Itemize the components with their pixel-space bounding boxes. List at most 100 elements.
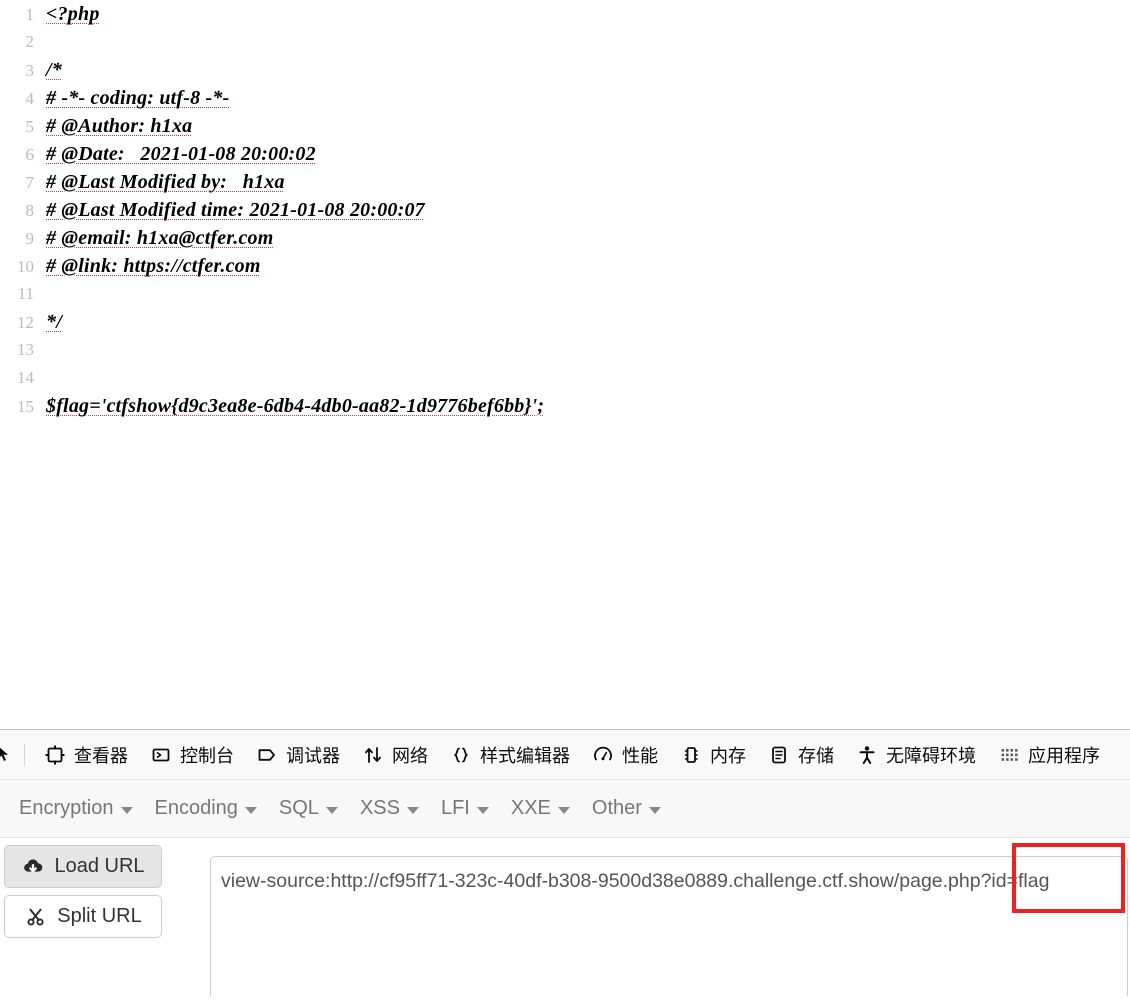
line-number: 1: [25, 5, 35, 24]
scissors-icon: [24, 906, 48, 928]
storage-icon: [768, 744, 790, 766]
hackbar-menu-sql[interactable]: SQL: [268, 791, 349, 826]
hackbar-menu-label: XSS: [359, 797, 400, 819]
devtools-tab-style-editor[interactable]: 样式编辑器: [439, 735, 581, 775]
devtools-tab-label: 控制台: [180, 745, 234, 766]
chevron-down-icon: [244, 806, 257, 814]
code-line: 9 # @email: h1xa@ctfer.com: [0, 224, 1130, 252]
devtools-tab-storage[interactable]: 存储: [757, 735, 845, 775]
code-text: # -*- coding: utf-8 -*-: [46, 87, 230, 109]
load-url-button[interactable]: Load URL: [4, 845, 162, 888]
line-number: 8: [25, 201, 35, 220]
line-number: 2: [25, 32, 35, 51]
devtools-tab-label: 无障碍环境: [886, 745, 976, 766]
memory-icon: [680, 744, 702, 766]
chevron-down-icon: [325, 806, 338, 814]
hackbar-menu-label: Encryption: [19, 797, 114, 819]
code-text: /*: [46, 59, 62, 81]
hackbar-menu-encoding[interactable]: Encoding: [144, 791, 268, 826]
code-line: 14: [0, 364, 1130, 392]
code-text: */: [46, 311, 62, 333]
devtools-tab-label: 性能: [622, 745, 658, 766]
line-number: 7: [25, 173, 35, 192]
line-number: 14: [17, 368, 34, 387]
url-input-container: [210, 856, 1128, 996]
devtools-tab-label: 网络: [392, 745, 428, 766]
hackbar-panel: Encryption Encoding SQL XSS LFI XXE Othe…: [0, 780, 1130, 996]
devtools-tab-label: 样式编辑器: [480, 745, 570, 766]
code-line: 8 # @Last Modified time: 2021-01-08 20:00…: [0, 196, 1130, 224]
network-icon: [362, 744, 384, 766]
hackbar-menu-bar: Encryption Encoding SQL XSS LFI XXE Othe…: [0, 780, 1130, 838]
chevron-down-icon: [120, 806, 133, 814]
code-text: # @Author: h1xa: [46, 115, 193, 137]
devtools-tab-bar: 查看器 控制台 调试器 网络 样式编辑器 性能 内存 存储 无障碍环境 应用程序: [0, 730, 1130, 780]
devtools-tab-debugger[interactable]: 调试器: [245, 735, 351, 775]
devtools-tab-memory[interactable]: 内存: [669, 735, 757, 775]
devtools-tab-label: 应用程序: [1028, 745, 1100, 766]
line-number: 15: [17, 397, 34, 416]
cloud-download-icon: [21, 856, 45, 878]
devtools-tab-label: 存储: [798, 745, 834, 766]
code-text: # @Last Modified by: h1xa: [46, 171, 285, 193]
code-text: # @link: https://ctfer.com: [46, 255, 261, 277]
split-url-button[interactable]: Split URL: [4, 895, 162, 938]
code-line: 12 */: [0, 308, 1130, 336]
line-number: 10: [17, 257, 34, 276]
chevron-down-icon: [406, 806, 419, 814]
devtools-tab-label: 调试器: [286, 745, 340, 766]
line-number: 6: [25, 145, 35, 164]
code-text: # @Last Modified time: 2021-01-08 20:00:…: [46, 199, 425, 221]
hackbar-menu-label: SQL: [278, 797, 319, 819]
accessibility-icon: [856, 744, 878, 766]
style-editor-icon: [450, 744, 472, 766]
devtools-tab-label: 查看器: [74, 745, 128, 766]
split-url-label: Split URL: [57, 905, 142, 927]
code-line: 1 <?php: [0, 0, 1130, 28]
hackbar-menu-other[interactable]: Other: [581, 791, 672, 826]
devtools-tab-performance[interactable]: 性能: [581, 735, 669, 775]
load-url-label: Load URL: [54, 855, 145, 877]
line-number: 5: [25, 117, 35, 136]
devtools-tab-application[interactable]: 应用程序: [987, 735, 1111, 775]
chevron-down-icon: [476, 806, 489, 814]
devtools-tab-network[interactable]: 网络: [351, 735, 439, 775]
devtools-tab-console[interactable]: 控制台: [139, 735, 245, 775]
code-line: 15 $flag='ctfshow{d9c3ea8e-6db4-4db0-aa82…: [0, 392, 1130, 420]
inspector-icon: [44, 744, 66, 766]
line-number: 11: [17, 284, 34, 303]
hackbar-menu-xxe[interactable]: XXE: [500, 791, 581, 826]
code-text: <?php: [46, 3, 100, 25]
element-picker-icon[interactable]: [0, 740, 16, 770]
code-line: 4 # -*- coding: utf-8 -*-: [0, 84, 1130, 112]
hackbar-menu-label: Encoding: [154, 797, 238, 819]
code-line: 5 # @Author: h1xa: [0, 112, 1130, 140]
hackbar-menu-encryption[interactable]: Encryption: [8, 791, 144, 826]
code-line: 13: [0, 336, 1130, 364]
devtools-tab-accessibility[interactable]: 无障碍环境: [845, 735, 987, 775]
devtools-tab-inspector[interactable]: 查看器: [33, 735, 139, 775]
code-text: # @Date: 2021-01-08 20:00:02: [46, 143, 316, 165]
debugger-icon: [256, 744, 278, 766]
hackbar-button-column: Load URL Split URL: [4, 845, 162, 945]
hackbar-menu-label: XXE: [510, 797, 551, 819]
performance-icon: [592, 744, 614, 766]
hackbar-menu-lfi[interactable]: LFI: [430, 791, 500, 826]
line-number: 9: [25, 229, 35, 248]
code-line: 2: [0, 28, 1130, 56]
hackbar-menu-label: LFI: [440, 797, 470, 819]
code-line: 11: [0, 280, 1130, 308]
line-number: 3: [25, 61, 35, 80]
line-number: 12: [17, 313, 34, 332]
hackbar-body: Load URL Split URL: [0, 838, 1130, 996]
view-source-page: 1 <?php 2 3 /* 4 # -*- coding: utf-8 -*- 5 # @Au…: [0, 0, 1130, 729]
hackbar-menu-label: Other: [591, 797, 642, 819]
code-line: 10 # @link: https://ctfer.com: [0, 252, 1130, 280]
url-input[interactable]: [210, 856, 1128, 996]
chevron-down-icon: [557, 806, 570, 814]
line-number: 4: [25, 89, 35, 108]
code-line: 7 # @Last Modified by: h1xa: [0, 168, 1130, 196]
hackbar-menu-xss[interactable]: XSS: [349, 791, 430, 826]
devtools-tab-label: 内存: [710, 745, 746, 766]
code-text: $flag='ctfshow{d9c3ea8e-6db4-4db0-aa82-1…: [46, 395, 545, 417]
